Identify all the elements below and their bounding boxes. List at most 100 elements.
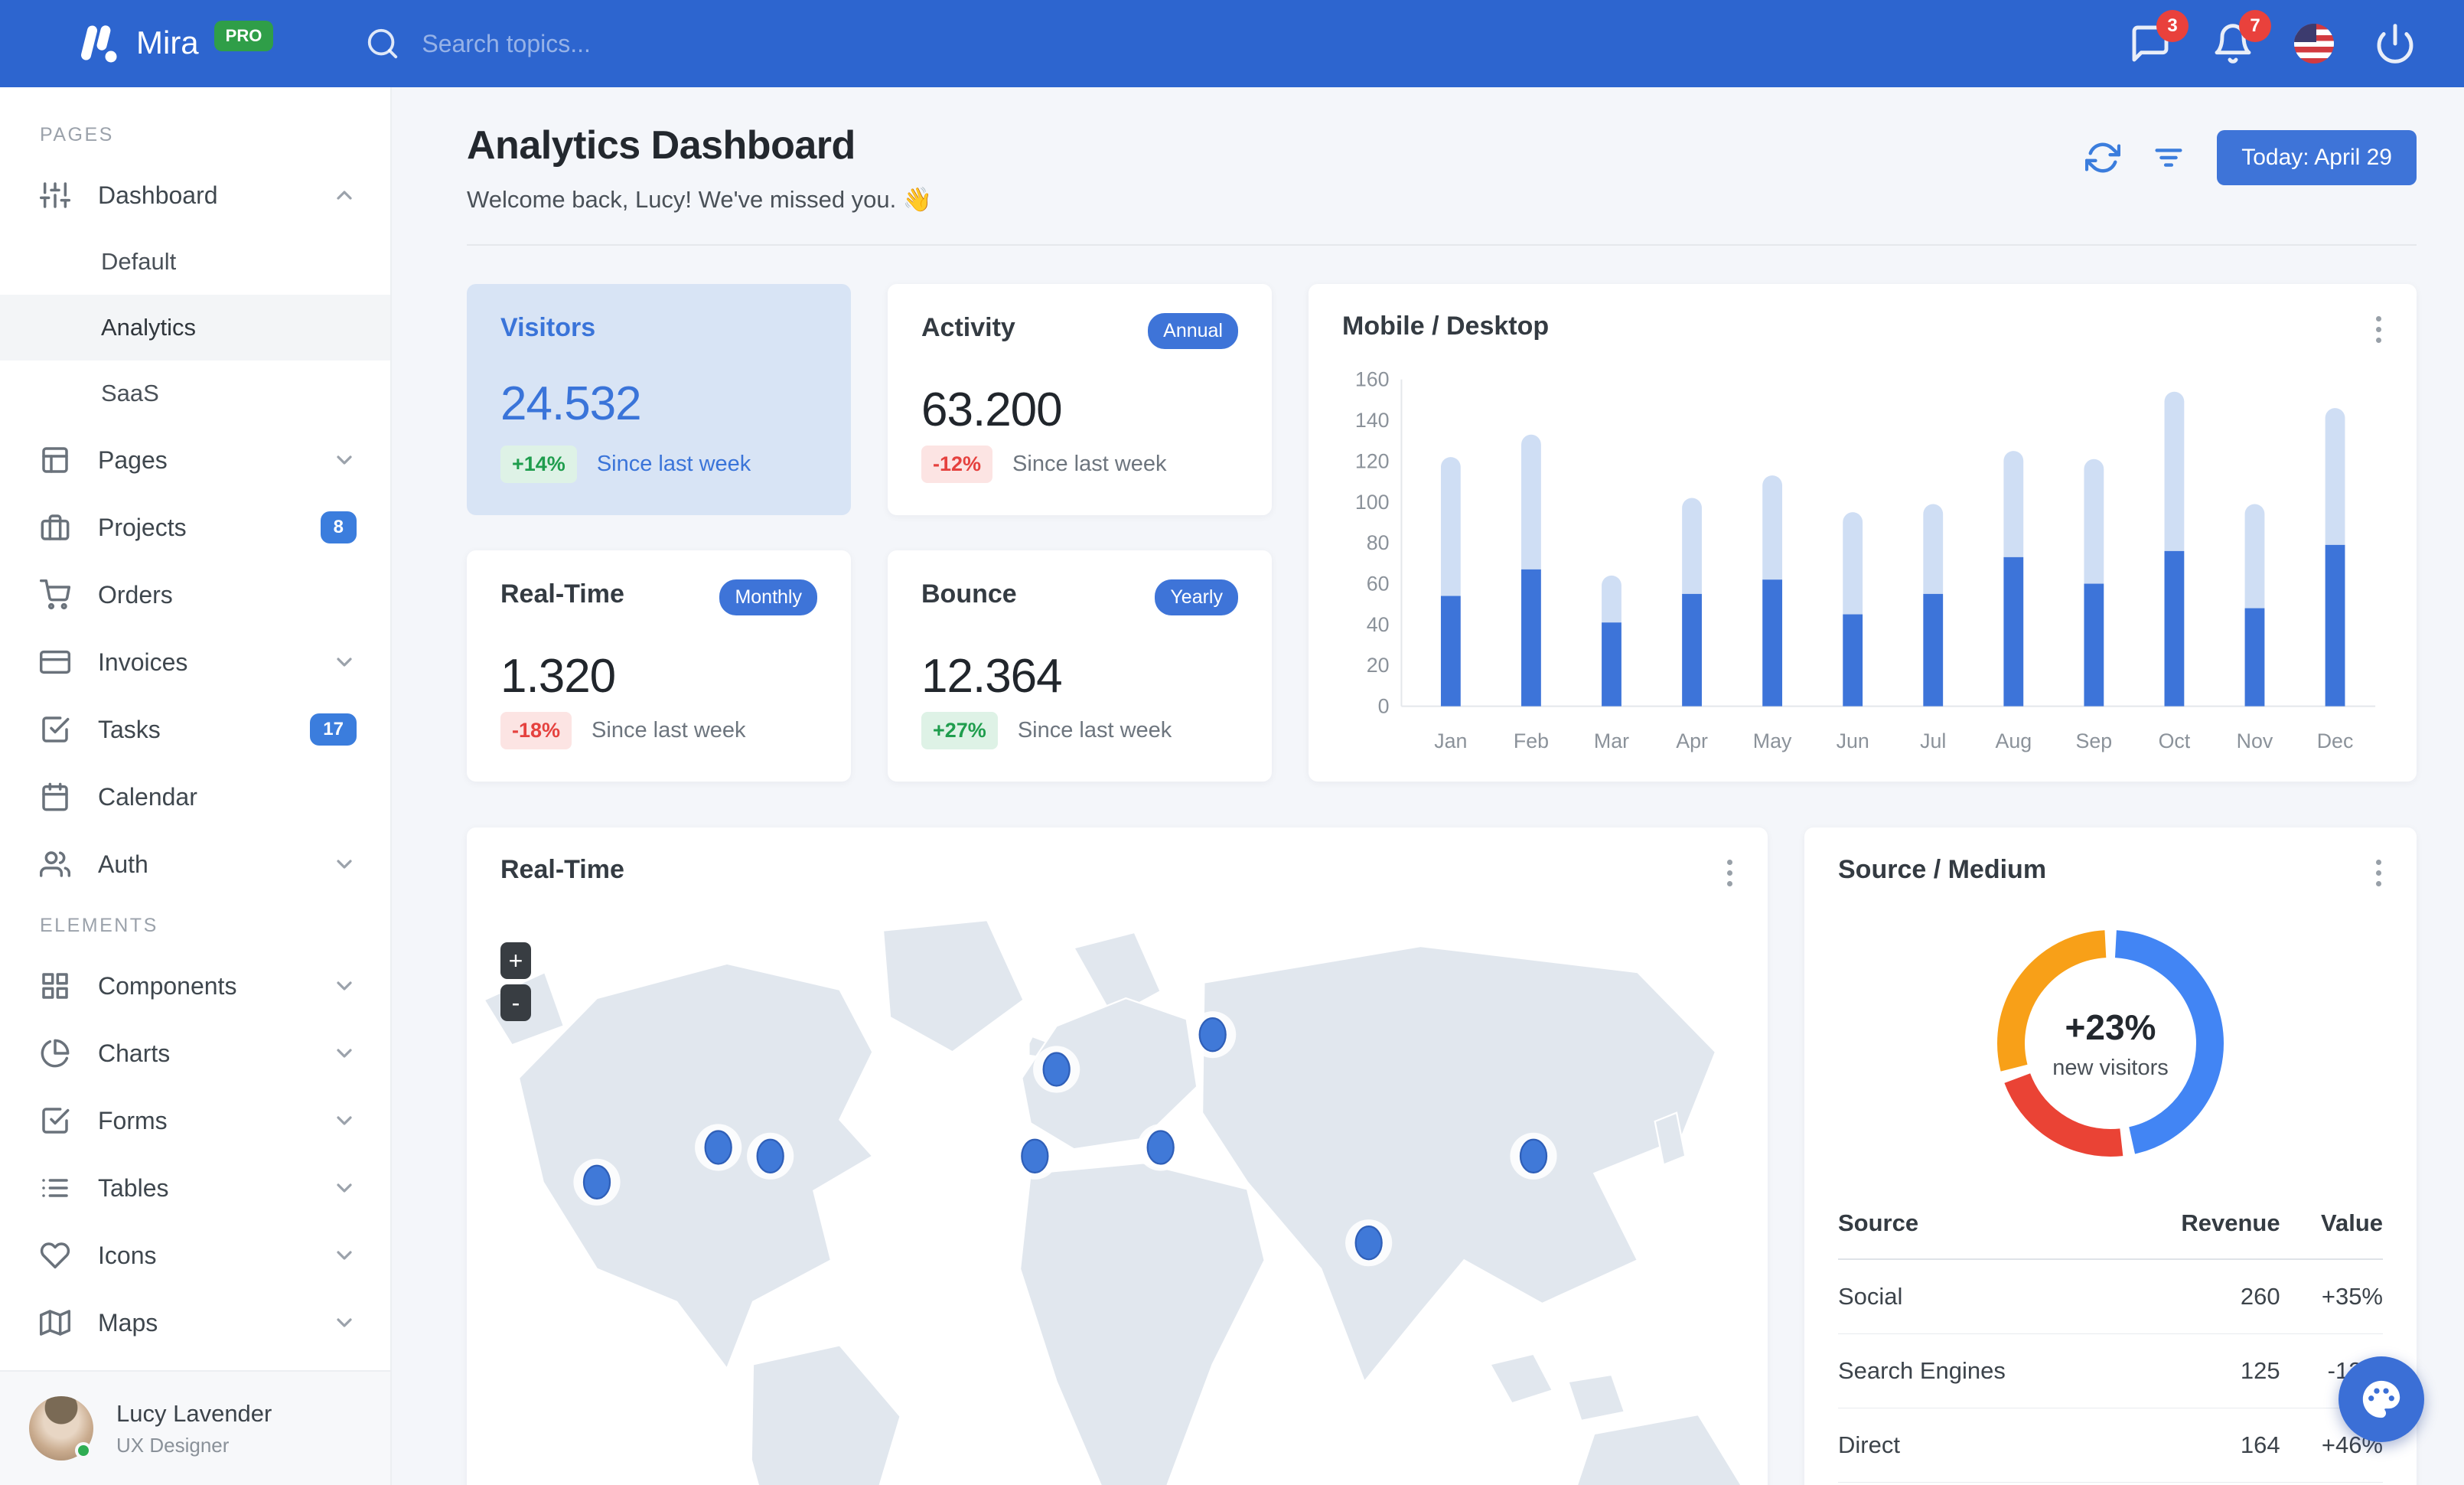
- map-marker[interactable]: [1519, 1138, 1548, 1173]
- map-marker[interactable]: [1146, 1130, 1175, 1165]
- sidebar-item-dashboard[interactable]: Dashboard: [0, 162, 390, 229]
- stat-value: 24.532: [500, 377, 642, 430]
- sign-out-button[interactable]: [2374, 22, 2417, 65]
- refresh-button[interactable]: [2084, 140, 2121, 175]
- today-button[interactable]: Today: April 29: [2217, 130, 2417, 185]
- svg-text:Dec: Dec: [2317, 729, 2354, 752]
- sidebar-item-label: Orders: [98, 580, 173, 609]
- chevron-down-icon: [332, 1310, 357, 1335]
- sidebar-user[interactable]: Lucy Lavender UX Designer: [0, 1370, 390, 1485]
- map-marker[interactable]: [1354, 1225, 1383, 1261]
- stat-card-activity: Activity Annual 63.200 -12% Since last week: [888, 284, 1272, 515]
- sidebar-item-label: Tasks: [98, 715, 161, 743]
- map-marker[interactable]: [1042, 1052, 1071, 1087]
- svg-text:Sep: Sep: [2076, 729, 2113, 752]
- chevron-down-icon: [332, 448, 357, 472]
- sidebar-item-maps[interactable]: Maps: [0, 1289, 390, 1356]
- welcome-message: Welcome back, Lucy! We've missed you. 👋: [467, 186, 933, 213]
- chart-title: Mobile / Desktop: [1342, 312, 1550, 341]
- sidebar-subitem-default[interactable]: Default: [0, 229, 390, 295]
- chart-menu-button[interactable]: [2371, 312, 2386, 348]
- credit-card-icon: [39, 647, 71, 677]
- world-map[interactable]: [467, 912, 1768, 1485]
- sidebar-item-label: Components: [98, 971, 237, 1000]
- map-icon: [39, 1307, 71, 1338]
- power-icon: [2377, 24, 2413, 64]
- top-navbar: Mira PRO 3 7: [0, 0, 2464, 87]
- search-input[interactable]: [420, 28, 849, 59]
- stat-card-bounce: Bounce Yearly 12.364 +27% Since last week: [888, 550, 1272, 782]
- avatar: [29, 1396, 93, 1461]
- stats-grid: Visitors 24.532 +14% Since last week Activit…: [467, 284, 1272, 782]
- col-source: Source: [1838, 1209, 2117, 1260]
- sidebar-subitem-analytics[interactable]: Analytics: [0, 295, 390, 361]
- table-row: Social 260 +35%: [1838, 1259, 2383, 1334]
- map-menu-button[interactable]: [1723, 855, 1737, 891]
- sidebar-item-label: Tables: [98, 1173, 169, 1202]
- sidebar-nav: PAGES Dashboard Default Analytics SaaS Pages P…: [0, 87, 390, 1370]
- map-zoom-out-button[interactable]: -: [500, 984, 531, 1021]
- sidebar-item-tables[interactable]: Tables: [0, 1154, 390, 1222]
- sidebar-item-label: Pages: [98, 445, 168, 474]
- sidebar-item-pages[interactable]: Pages: [0, 426, 390, 494]
- sidebar-item-label: Forms: [98, 1106, 168, 1134]
- sidebar-item-calendar[interactable]: Calendar: [0, 763, 390, 831]
- notifications-count-badge: 7: [2239, 10, 2271, 42]
- sidebar-item-invoices[interactable]: Invoices: [0, 628, 390, 696]
- messages-button[interactable]: 3: [2129, 10, 2189, 65]
- heart-icon: [40, 1240, 70, 1271]
- cell-revenue: 260: [2116, 1259, 2280, 1334]
- refresh-icon: [2084, 142, 2121, 173]
- sidebar-item-charts[interactable]: Charts: [0, 1020, 390, 1087]
- sidebar-item-label: Auth: [98, 850, 148, 878]
- map-marker[interactable]: [582, 1164, 611, 1199]
- filter-button[interactable]: [2151, 140, 2186, 175]
- sidebar-item-tasks[interactable]: Tasks 17: [0, 696, 390, 763]
- map-zoom-controls: + -: [500, 942, 531, 1021]
- sidebar-item-label: Calendar: [98, 782, 197, 811]
- cell-source: Social: [1838, 1259, 2117, 1334]
- svg-text:May: May: [1753, 729, 1792, 752]
- language-flag-us[interactable]: [2294, 24, 2334, 64]
- sidebar-item-auth[interactable]: Auth: [0, 831, 390, 898]
- map-title: Real-Time: [500, 855, 624, 884]
- sidebar-item-forms[interactable]: Forms: [0, 1087, 390, 1154]
- list-icon: [40, 1173, 70, 1203]
- map-zoom-in-button[interactable]: +: [500, 942, 531, 979]
- sidebar-item-components[interactable]: Components: [0, 952, 390, 1020]
- sidebar-subitem-saas[interactable]: SaaS: [0, 361, 390, 426]
- grid-icon: [40, 971, 70, 1001]
- source-medium-donut: +23% new visitors: [1838, 917, 2383, 1170]
- stat-note: Since last week: [1017, 718, 1172, 742]
- map-marker[interactable]: [704, 1130, 732, 1165]
- mira-logo-icon: [81, 25, 117, 63]
- brand[interactable]: Mira PRO: [73, 19, 274, 68]
- navbar-search[interactable]: [365, 26, 849, 61]
- theme-settings-fab[interactable]: [2339, 1356, 2424, 1442]
- sidebar-item-label: Charts: [98, 1039, 171, 1067]
- svg-text:20: 20: [1367, 654, 1390, 677]
- map-marker[interactable]: [1198, 1017, 1227, 1053]
- sidebar-item-orders[interactable]: Orders: [0, 561, 390, 628]
- sliders-icon: [39, 180, 71, 211]
- map-marker[interactable]: [756, 1138, 784, 1173]
- sidebar-item-projects[interactable]: Projects 8: [0, 494, 390, 561]
- notifications-button[interactable]: 7: [2211, 10, 2271, 65]
- source-medium-menu-button[interactable]: [2371, 855, 2386, 891]
- briefcase-icon: [40, 512, 70, 543]
- svg-text:120: 120: [1355, 449, 1390, 472]
- stat-period-badge: Annual: [1148, 313, 1238, 349]
- sidebar-item-icons[interactable]: Icons: [0, 1222, 390, 1289]
- map-marker[interactable]: [1021, 1138, 1049, 1173]
- header-divider: [467, 244, 2417, 246]
- svg-text:Jun: Jun: [1837, 729, 1869, 752]
- svg-text:Aug: Aug: [1995, 729, 2032, 752]
- stat-delta-badge: -18%: [500, 712, 572, 749]
- sidebar-section-label: ELEMENTS: [40, 915, 158, 936]
- stat-title: Bounce: [921, 579, 1017, 609]
- stat-value: 63.200: [921, 383, 1063, 436]
- chevron-down-icon: [332, 974, 357, 998]
- svg-text:60: 60: [1367, 572, 1390, 595]
- stat-card-visitors: Visitors 24.532 +14% Since last week: [467, 284, 851, 515]
- svg-text:Oct: Oct: [2159, 729, 2191, 752]
